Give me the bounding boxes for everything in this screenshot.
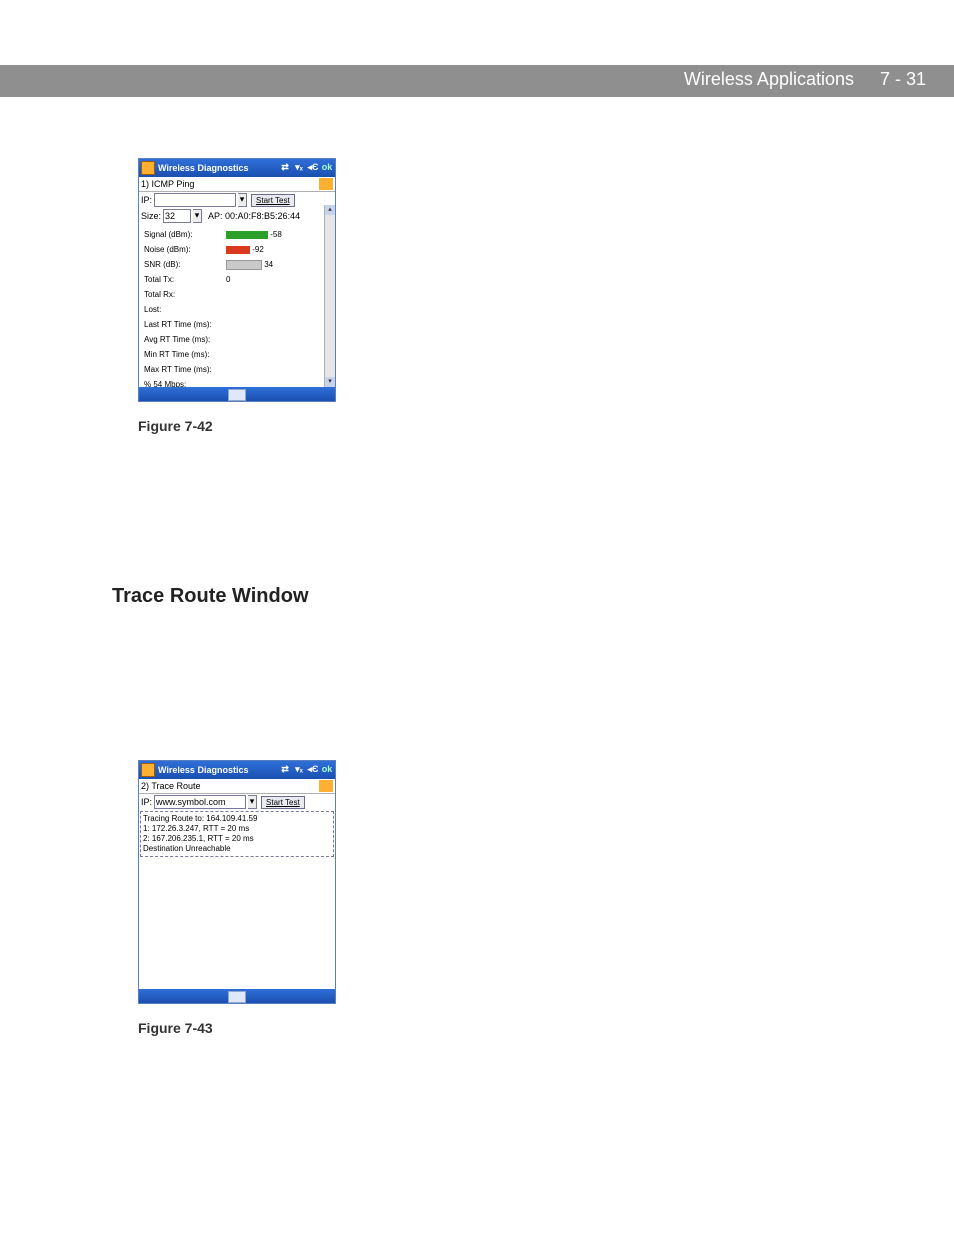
start-flag-icon [141,763,155,777]
max-rt-label: Max RT Time (ms): [143,363,317,376]
table-row: Total Rx: [143,288,317,301]
speaker-icon: ◂Є [307,162,319,174]
ip-dropdown-button[interactable]: ▾ [238,193,247,207]
bottom-bar [139,387,335,401]
table-row: SNR (dB): 34 [143,258,317,271]
page-header: Wireless Applications 7 - 31 [0,65,954,97]
signal-icon: ▾ₓ [293,162,305,174]
keyboard-icon[interactable] [228,389,246,401]
table-row: Signal (dBm): -58 [143,228,317,241]
table-row: Last RT Time (ms): [143,318,317,331]
trace-output-box: Tracing Route to: 164.109.41.59 1: 172.2… [140,811,334,857]
keyboard-icon[interactable] [228,991,246,1003]
mode-label: 2) Trace Route [141,781,201,791]
total-rx-label: Total Rx: [143,288,223,301]
bottom-bar [139,989,335,1003]
mode-label: 1) ICMP Ping [141,179,194,189]
table-row: Min RT Time (ms): [143,348,317,361]
start-flag-icon [141,161,155,175]
table-row: Noise (dBm): -92 [143,243,317,256]
snr-label: SNR (dB): [143,258,223,271]
trace-line-3: 2: 167.206.235.1, RTT = 20 ms [143,834,331,844]
signal-value: -58 [270,230,282,239]
table-row: Avg RT Time (ms): [143,333,317,346]
total-tx-value: 0 [225,273,317,286]
table-row: Lost: [143,303,317,316]
icmp-ping-screenshot: Wireless Diagnostics ⇄ ▾ₓ ◂Є ok 1) ICMP … [138,158,336,402]
table-row: Max RT Time (ms): [143,363,317,376]
window-titlebar: Wireless Diagnostics ⇄ ▾ₓ ◂Є ok [139,159,335,177]
avg-rt-label: Avg RT Time (ms): [143,333,317,346]
table-row: Total Tx: 0 [143,273,317,286]
connectivity-icon: ⇄ [279,764,291,776]
trace-line-1: Tracing Route to: 164.109.41.59 [143,814,331,824]
window-title: Wireless Diagnostics [158,765,248,775]
ip-label: IP: [141,797,152,807]
signal-icon: ▾ₓ [293,764,305,776]
snr-value: 34 [264,260,273,269]
ap-label: AP: 00:A0:F8:B5:26:44 [208,211,300,221]
total-tx-label: Total Tx: [143,273,223,286]
back-arrow-icon[interactable] [319,780,333,792]
ip-input[interactable] [154,795,246,809]
lost-label: Lost: [143,303,317,316]
scroll-down-button[interactable]: ▾ [325,377,335,387]
size-label: Size: [141,211,161,221]
ok-button[interactable]: ok [321,764,333,776]
start-test-button[interactable]: Start Test [251,194,295,207]
window-titlebar: Wireless Diagnostics ⇄ ▾ₓ ◂Є ok [139,761,335,779]
total-rx-value [225,288,317,301]
ip-label: IP: [141,195,152,205]
ping-results-table: Signal (dBm): -58 Noise (dBm): -92 SNR (… [141,226,319,402]
start-test-button[interactable]: Start Test [261,796,305,809]
size-input[interactable] [163,209,191,223]
ip-dropdown-button[interactable]: ▾ [248,795,257,809]
size-dropdown-button[interactable]: ▾ [193,209,202,223]
back-arrow-icon[interactable] [319,178,333,190]
ip-input[interactable] [154,193,236,207]
section-heading: Trace Route Window [112,585,309,608]
header-title: Wireless Applications [684,69,854,90]
header-page-number: 7 - 31 [880,69,926,90]
window-title: Wireless Diagnostics [158,163,248,173]
signal-label: Signal (dBm): [143,228,223,241]
connectivity-icon: ⇄ [279,162,291,174]
vertical-scrollbar[interactable]: ▴ ▾ [324,205,335,387]
trace-route-screenshot: Wireless Diagnostics ⇄ ▾ₓ ◂Є ok 2) Trace… [138,760,336,1004]
min-rt-label: Min RT Time (ms): [143,348,317,361]
trace-line-4: Destination Unreachable [143,844,331,854]
figure-1-caption: Figure 7-42 [138,418,213,434]
scroll-up-button[interactable]: ▴ [325,205,335,215]
figure-2-caption: Figure 7-43 [138,1020,213,1036]
noise-value: -92 [252,245,264,254]
speaker-icon: ◂Є [307,764,319,776]
noise-label: Noise (dBm): [143,243,223,256]
ok-button[interactable]: ok [321,162,333,174]
trace-line-2: 1: 172.26.3.247, RTT = 20 ms [143,824,331,834]
last-rt-label: Last RT Time (ms): [143,318,317,331]
